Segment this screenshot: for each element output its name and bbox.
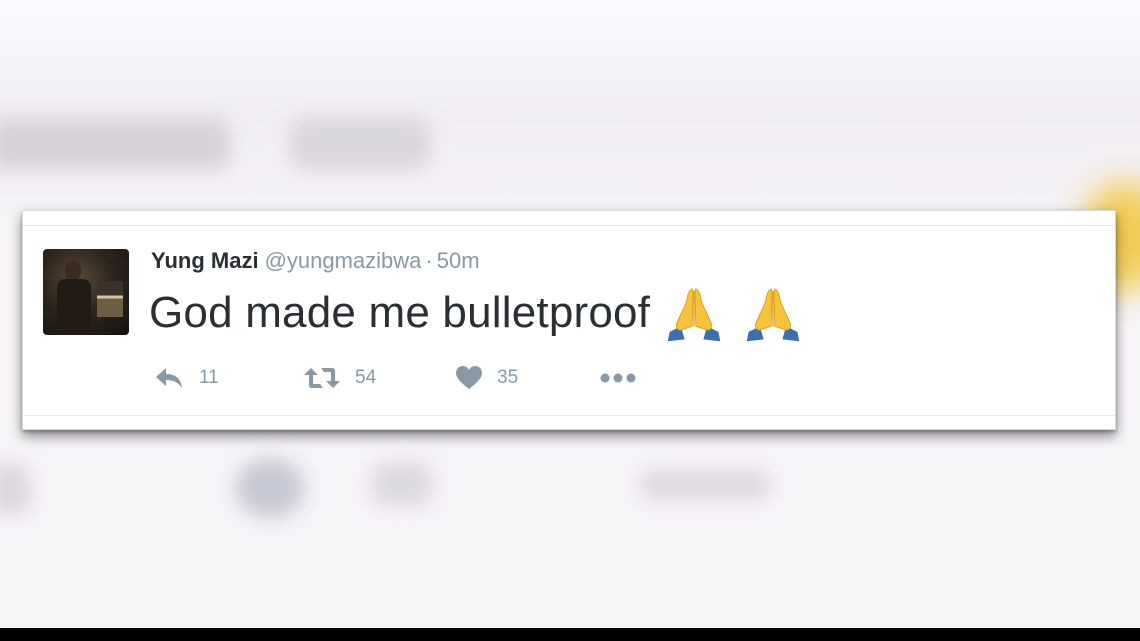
- reply-button[interactable]: 11: [153, 365, 303, 391]
- tweet-card: Yung Mazi @yungmazibwa · 50m God made me bu…: [22, 210, 1116, 430]
- user-handle[interactable]: @yungmazibwa: [265, 248, 422, 273]
- divider: [23, 225, 1115, 226]
- tweet-text: God made me bulletproof: [149, 285, 809, 345]
- retweet-icon: [304, 368, 340, 388]
- tweet-actions: 11 54 35: [153, 363, 637, 393]
- blurred-background-shape: [235, 458, 305, 518]
- separator-dot: ·: [425, 248, 433, 273]
- like-button[interactable]: 35: [455, 365, 599, 391]
- reply-count: 11: [199, 367, 219, 388]
- retweet-count: 54: [355, 367, 377, 388]
- blurred-background-shape: [290, 118, 430, 170]
- blurred-background-shape: [0, 118, 230, 170]
- background-top-band: [0, 0, 1140, 210]
- blurred-background-shape: [640, 470, 770, 500]
- avatar-poster: [97, 281, 123, 317]
- display-name[interactable]: Yung Mazi: [151, 248, 259, 273]
- more-button[interactable]: [599, 372, 637, 384]
- blurred-background-shape: [0, 464, 30, 514]
- avatar[interactable]: [43, 249, 129, 335]
- avatar-figure: [65, 261, 81, 281]
- divider: [23, 415, 1115, 416]
- more-dots-icon: [600, 373, 636, 383]
- heart-icon: [456, 366, 482, 389]
- emoji-group: [664, 285, 808, 345]
- blurred-background-shape: [372, 462, 432, 506]
- tweet-header: Yung Mazi @yungmazibwa · 50m: [151, 247, 480, 275]
- avatar-figure: [57, 279, 91, 335]
- tweet-text-body: God made me bulletproof: [149, 288, 651, 337]
- bottom-letterbox-bar: [0, 628, 1140, 641]
- reply-icon: [156, 368, 182, 388]
- folded-hands-emoji: [667, 288, 721, 342]
- timestamp[interactable]: 50m: [437, 248, 480, 273]
- folded-hands-emoji: [746, 288, 799, 342]
- retweet-button[interactable]: 54: [303, 366, 455, 390]
- like-count: 35: [497, 367, 519, 388]
